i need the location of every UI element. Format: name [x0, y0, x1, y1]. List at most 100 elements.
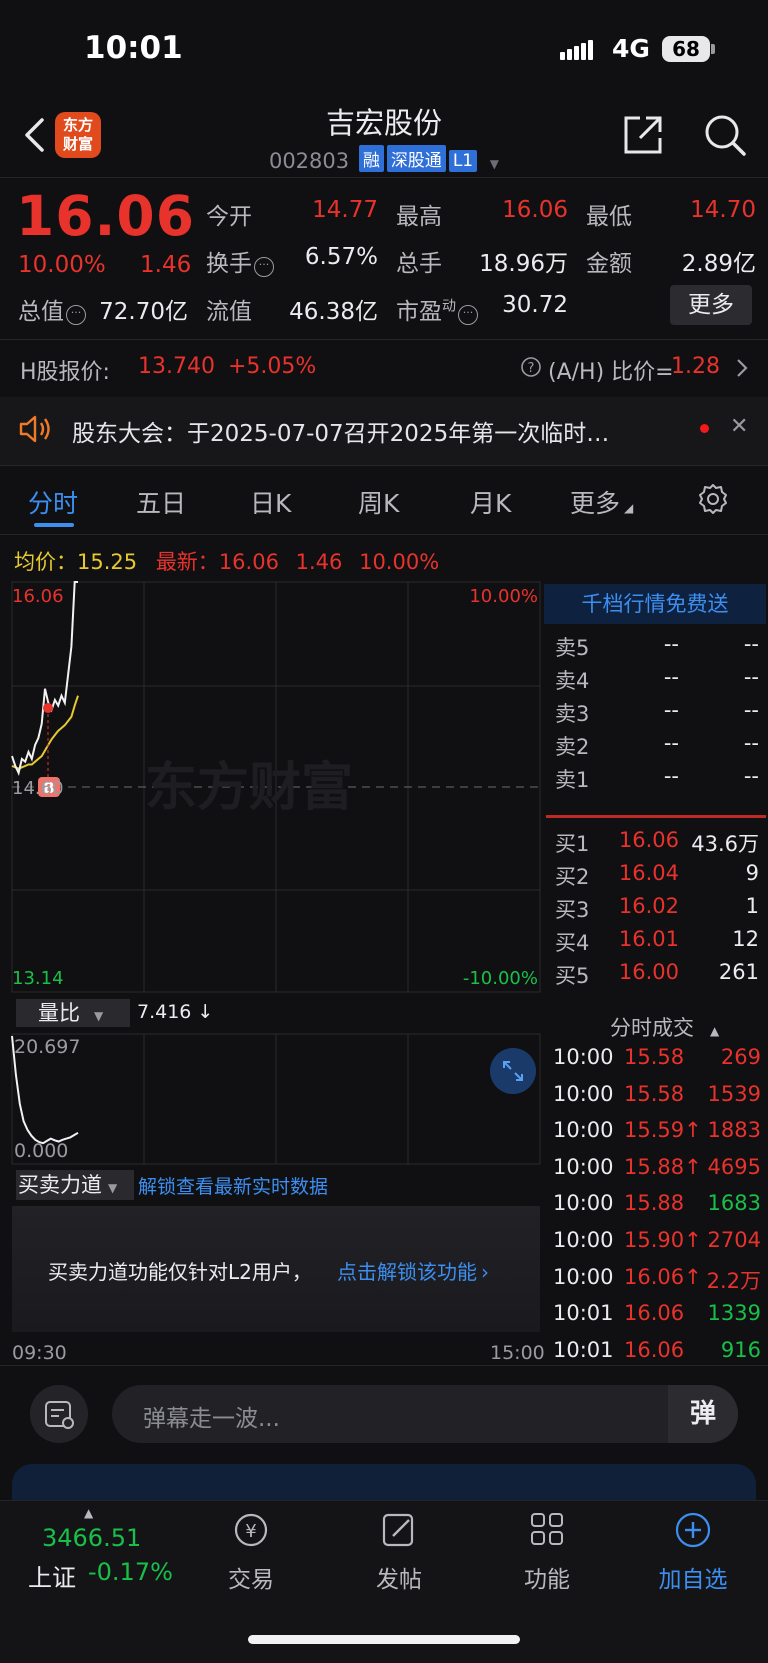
more-dots-icon: ···: [458, 305, 478, 325]
edit-icon: [382, 1513, 414, 1547]
level-volume: --: [743, 731, 759, 755]
tick-price: 15.59↑: [624, 1118, 702, 1143]
battery-tip: [711, 44, 715, 54]
tab-more[interactable]: 更多 ◢: [570, 484, 633, 520]
level-price: 16.06: [618, 828, 679, 852]
level-label: 卖1: [555, 768, 590, 792]
ask-row[interactable]: 卖2 -- --: [555, 731, 765, 765]
bid-row[interactable]: 买5 16.00 261: [555, 960, 765, 994]
peek-banner[interactable]: [12, 1464, 756, 1504]
danmaku-placeholder: 弹幕走一波...: [143, 1406, 280, 1432]
tab-weekly-k[interactable]: 周K: [358, 484, 399, 520]
gear-icon[interactable]: [696, 482, 730, 516]
nav-functions[interactable]: 功能: [502, 1510, 592, 1594]
y-mid-label: 14.60: [12, 778, 64, 799]
volume-ratio-chart: [11, 1033, 541, 1165]
ask-row[interactable]: 卖3 -- --: [555, 698, 765, 732]
tab-five-day[interactable]: 五日: [136, 484, 186, 520]
x-start-label: 09:30: [12, 1342, 67, 1364]
help-icon[interactable]: ?: [520, 356, 542, 378]
tick-time: 10:00: [553, 1118, 614, 1143]
level-label: 买1: [555, 832, 590, 856]
add-circle-icon: [675, 1512, 711, 1548]
indicator-selector[interactable]: 量比 ▼: [16, 999, 130, 1027]
tab-intraday[interactable]: 分时: [28, 484, 78, 520]
divider: [0, 465, 768, 466]
level-label: 买4: [555, 931, 590, 955]
change-percent: 10.00%: [18, 252, 106, 278]
level-price: 16.00: [618, 960, 679, 984]
chevron-right-icon[interactable]: [734, 357, 750, 379]
ask-row[interactable]: 卖4 -- --: [555, 665, 765, 699]
price-dot: [43, 703, 53, 713]
nav-post[interactable]: 发帖: [354, 1510, 444, 1594]
tick-time: 10:00: [553, 1154, 614, 1179]
level-volume: 12: [732, 927, 759, 951]
level-volume: --: [743, 632, 759, 656]
level-label: 买3: [555, 898, 590, 922]
tick-volume: 269: [720, 1045, 761, 1069]
more-button[interactable]: 更多: [670, 285, 752, 325]
bid-row[interactable]: 买4 16.01 12: [555, 927, 765, 961]
bid-row[interactable]: 买3 16.02 1: [555, 894, 765, 928]
tick-price: 16.06: [624, 1337, 685, 1362]
volume-max-label: 20.697: [14, 1036, 81, 1058]
order-book-banner[interactable]: 千档行情免费送: [544, 584, 766, 624]
bid-row[interactable]: 买2 16.04 9: [555, 861, 765, 895]
level-price: 16.04: [618, 861, 679, 885]
bid-row[interactable]: 买1 16.06 43.6万: [555, 828, 765, 862]
current-price: 16.06: [16, 184, 195, 248]
tab-monthly-k[interactable]: 月K: [470, 484, 511, 520]
unlock-data-link[interactable]: 解锁查看最新实时数据: [138, 1172, 328, 1199]
force-selector[interactable]: 买卖力道 ▼: [16, 1170, 134, 1200]
indicator-value: 7.416 ↓: [137, 1001, 214, 1023]
ask-row[interactable]: 卖5 -- --: [555, 632, 765, 666]
ticks-header[interactable]: 分时成交 ▲: [610, 1012, 719, 1042]
tag-margin: 融: [358, 145, 384, 172]
hshare-percent: +5.05%: [228, 354, 317, 379]
ask-row[interactable]: 卖1 -- --: [555, 764, 765, 798]
volume-min-label: 0.000: [14, 1140, 69, 1162]
danmaku-send-button[interactable]: 弹: [668, 1385, 738, 1443]
level-label: 买5: [555, 964, 590, 988]
tick-volume: 1683: [707, 1191, 761, 1216]
level-label: 卖2: [555, 735, 590, 759]
close-icon[interactable]: ✕: [730, 414, 748, 439]
share-icon[interactable]: [620, 112, 666, 158]
level-volume: --: [743, 698, 759, 722]
speaker-icon: [19, 415, 50, 443]
tick-row: 10:00 15.59↑ 1883: [553, 1118, 767, 1155]
tick-price: 15.58: [624, 1045, 685, 1069]
tick-row: 10:00 15.90↑ 2704: [553, 1228, 767, 1265]
tick-volume: 4695: [707, 1154, 761, 1179]
search-icon[interactable]: [702, 112, 748, 158]
y-top-label: 16.06: [12, 586, 64, 607]
status-time: 10:01: [84, 30, 183, 66]
index-percent[interactable]: -0.17%: [88, 1558, 173, 1586]
unread-dot: [700, 424, 709, 433]
change-amount: 1.46: [140, 252, 192, 278]
label-high: 最高: [396, 204, 442, 230]
dropdown-icon: ▼: [94, 1009, 104, 1023]
tick-volume: 1539: [707, 1081, 761, 1106]
unlock-feature-link[interactable]: 点击解锁该功能 ›: [337, 1256, 489, 1285]
index-name[interactable]: 上证: [28, 1558, 76, 1593]
index-value[interactable]: 3466.51: [42, 1524, 141, 1552]
watermark: 东方财富: [145, 758, 353, 818]
tab-daily-k[interactable]: 日K: [250, 484, 291, 520]
level-volume: --: [743, 665, 759, 689]
y-bottom-label: 13.14: [12, 968, 64, 989]
value-open: 14.77: [312, 197, 378, 223]
level-price: --: [663, 764, 679, 788]
tick-time: 10:00: [553, 1228, 614, 1252]
intraday-chart[interactable]: 东方财富 B 16.06 14.60 13.14 10.00% -10.00%: [0, 580, 544, 1000]
danmaku-settings-icon[interactable]: [30, 1385, 88, 1443]
value-turnover: 6.57%: [304, 244, 378, 270]
network-type: 4G: [612, 34, 650, 63]
tick-price: 15.88: [624, 1191, 685, 1216]
value-volume: 18.96万: [479, 251, 568, 277]
nav-add-watchlist[interactable]: 加自选: [648, 1510, 738, 1594]
expand-icon[interactable]: [490, 1048, 536, 1094]
notice-text[interactable]: 股东大会：于2025-07-07召开2025年第一次临时…: [72, 414, 609, 448]
nav-trade[interactable]: ¥ 交易: [206, 1510, 296, 1594]
